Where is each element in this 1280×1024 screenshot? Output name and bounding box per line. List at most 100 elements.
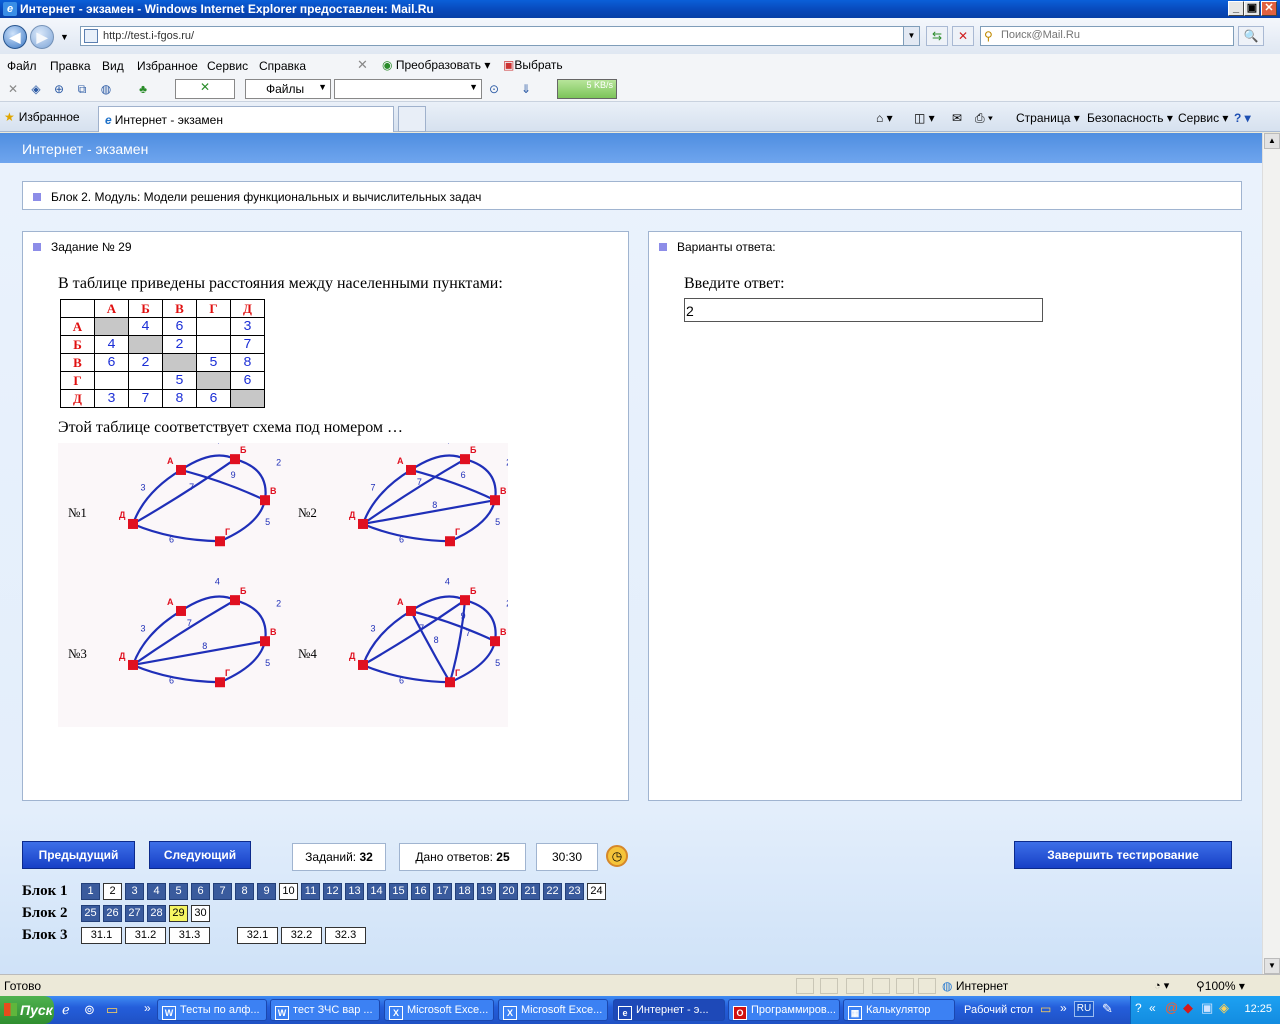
tray-app-icon[interactable]: ◈ [1219,1000,1229,1016]
question-button-9[interactable]: 9 [257,883,276,900]
desktop-toolbar[interactable]: Рабочий стол [964,1004,1033,1016]
feeds-icon[interactable]: ◫ ▾ [914,111,935,125]
question-button-5[interactable]: 5 [169,883,188,900]
question-button-32.2[interactable]: 32.2 [281,927,322,944]
maximize-button[interactable]: ▣ [1244,1,1260,16]
tab-internet-exam[interactable]: e Интернет - экзамен [98,106,394,132]
tray-expand-icon[interactable]: « [1149,1001,1156,1015]
menu-edit[interactable]: Правка [50,59,91,73]
network-icon[interactable]: ▣ [1201,1000,1213,1016]
question-button-28[interactable]: 28 [147,905,166,922]
search-go-button[interactable]: 🔍 [1238,26,1264,46]
question-button-20[interactable]: 20 [499,883,518,900]
address-field[interactable]: http://test.i-fgos.ru/ ▼ [80,26,920,46]
menu-help[interactable]: Справка [259,59,306,73]
question-button-32.1[interactable]: 32.1 [237,927,278,944]
taskbar-item-ie[interactable]: e Интернет - э... [613,999,725,1021]
minimize-button[interactable]: _ [1228,1,1244,16]
scroll-up-icon[interactable]: ▲ [1264,133,1280,149]
question-button-7[interactable]: 7 [213,883,232,900]
question-button-25[interactable]: 25 [81,905,100,922]
protected-mode-icon[interactable]: ◔ ▾ [1154,979,1169,992]
question-button-19[interactable]: 19 [477,883,496,900]
toolbar-icon-1[interactable]: ◈ [28,81,44,97]
question-button-10[interactable]: 10 [279,883,298,900]
close-icon[interactable]: ✕ [5,81,21,97]
taskbar-item-word-1[interactable]: W Тесты по алф... [157,999,267,1021]
folder-icon[interactable]: ▭ [1040,1002,1051,1016]
history-dropdown-icon[interactable]: ▼ [60,32,69,42]
question-button-13[interactable]: 13 [345,883,364,900]
tools-menu[interactable]: Сервис ▾ [1178,111,1228,125]
help-icon[interactable]: ? [1135,1001,1142,1015]
previous-button[interactable]: Предыдущий [22,841,135,869]
zoom-level[interactable]: ⚲100% ▾ [1196,979,1245,993]
question-button-14[interactable]: 14 [367,883,386,900]
address-dropdown-icon[interactable]: ▼ [903,27,919,45]
menu-view[interactable]: Вид [102,59,124,73]
question-button-21[interactable]: 21 [521,883,540,900]
menu-file[interactable]: Файл [7,59,37,73]
menu-tools[interactable]: Сервис [207,59,248,73]
question-button-12[interactable]: 12 [323,883,342,900]
question-button-6[interactable]: 6 [191,883,210,900]
question-button-16[interactable]: 16 [411,883,430,900]
question-button-31.1[interactable]: 31.1 [81,927,122,944]
download-icon[interactable]: ⇓ [518,81,534,97]
taskbar-item-word-2[interactable]: Wтест ЗЧС вар ... [270,999,380,1021]
question-button-29[interactable]: 29 [169,905,188,922]
search-box[interactable]: ⚲ [980,26,1234,46]
ie-quicklaunch-icon-2[interactable]: ⊚ [84,1002,95,1018]
close-button[interactable]: ✕ [1261,1,1277,16]
new-tab-button[interactable] [398,106,426,132]
question-button-23[interactable]: 23 [565,883,584,900]
language-indicator[interactable]: RU [1074,1001,1094,1017]
folder-icon[interactable]: ▭ [106,1002,118,1018]
toolbar-icon-5[interactable]: ♣ [135,81,151,97]
toolbar-icon-6[interactable]: ✕ [175,79,235,99]
menu-favorites[interactable]: Избранное [137,59,198,73]
mail-icon[interactable]: ✉ [952,111,962,125]
taskbar-item-opera[interactable]: O Программиров... [728,999,840,1021]
question-button-11[interactable]: 11 [301,883,320,900]
answer-input[interactable] [684,298,1043,322]
question-button-15[interactable]: 15 [389,883,408,900]
help-icon[interactable]: ? ▾ [1234,111,1251,125]
question-button-18[interactable]: 18 [455,883,474,900]
start-button[interactable]: Пуск [0,996,54,1024]
finish-test-button[interactable]: Завершить тестирование [1014,841,1232,869]
search-input[interactable] [1001,29,1221,41]
zoom-search-icon[interactable]: ⊙ [486,81,502,97]
scroll-down-icon[interactable]: ▼ [1264,958,1280,974]
home-icon[interactable]: ⌂ ▾ [876,111,893,125]
print-icon[interactable]: ⎙ ▾ [975,111,993,126]
question-button-31.3[interactable]: 31.3 [169,927,210,944]
page-menu[interactable]: Страница ▾ [1016,111,1080,125]
toolbar-icon-3[interactable]: ⧉ [74,81,90,97]
taskbar-item-excel-1[interactable]: X Microsoft Exce... [384,999,494,1021]
question-button-27[interactable]: 27 [125,905,144,922]
vertical-scrollbar[interactable]: ▲ ▼ [1262,133,1280,974]
tray-tool-icon[interactable]: ✎ [1102,1001,1113,1017]
question-button-1[interactable]: 1 [81,883,100,900]
question-button-4[interactable]: 4 [147,883,166,900]
select-button[interactable]: ▣Выбрать [503,58,563,72]
mail-agent-icon[interactable]: @ [1165,1000,1178,1015]
question-button-17[interactable]: 17 [433,883,452,900]
toolbar-combo[interactable]: ▼ [334,79,482,99]
question-button-22[interactable]: 22 [543,883,562,900]
question-button-30[interactable]: 30 [191,905,210,922]
back-button[interactable]: ◀ [3,25,27,49]
quicklaunch-more-icon[interactable]: » [1060,1001,1067,1015]
favorites-button[interactable]: ★ Избранное [4,110,80,124]
question-button-32.3[interactable]: 32.3 [325,927,366,944]
taskbar-item-excel-2[interactable]: X Microsoft Exce... [498,999,608,1021]
taskbar-item-calculator[interactable]: ▦ Калькулятор [843,999,955,1021]
antivirus-icon[interactable]: ◆ [1183,1000,1193,1016]
stop-icon[interactable]: ✕ [952,26,974,46]
quicklaunch-more-icon[interactable]: » [144,1001,151,1015]
question-button-8[interactable]: 8 [235,883,254,900]
question-button-2[interactable]: 2 [103,883,122,900]
globe-icon[interactable]: ◍ [98,81,114,97]
question-button-31.2[interactable]: 31.2 [125,927,166,944]
